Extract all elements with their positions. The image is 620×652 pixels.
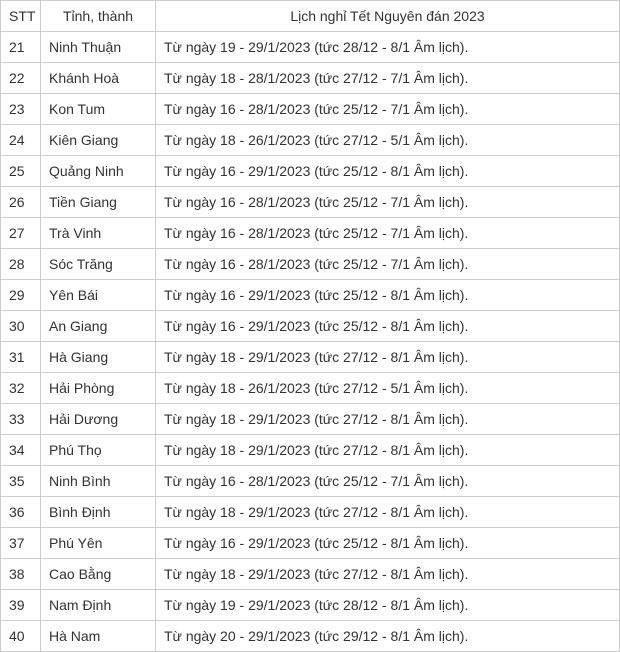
header-stt: STT [1,1,41,32]
cell-schedule: Từ ngày 18 - 29/1/2023 (tức 27/12 - 8/1 … [156,342,620,373]
table-row: 37Phú YênTừ ngày 16 - 29/1/2023 (tức 25/… [1,528,620,559]
cell-province: Nam Định [41,590,156,621]
cell-stt: 39 [1,590,41,621]
cell-stt: 29 [1,280,41,311]
table-row: 36Bình ĐịnhTừ ngày 18 - 29/1/2023 (tức 2… [1,497,620,528]
cell-stt: 34 [1,435,41,466]
cell-province: Hải Dương [41,404,156,435]
cell-province: Hà Nam [41,621,156,652]
table-row: 29Yên BáiTừ ngày 16 - 29/1/2023 (tức 25/… [1,280,620,311]
cell-province: Yên Bái [41,280,156,311]
cell-province: An Giang [41,311,156,342]
cell-province: Trà Vinh [41,218,156,249]
cell-stt: 35 [1,466,41,497]
cell-schedule: Từ ngày 19 - 29/1/2023 (tức 28/12 - 8/1 … [156,590,620,621]
cell-stt: 24 [1,125,41,156]
cell-schedule: Từ ngày 16 - 29/1/2023 (tức 25/12 - 8/1 … [156,156,620,187]
cell-stt: 32 [1,373,41,404]
cell-province: Phú Thọ [41,435,156,466]
table-row: 30An GiangTừ ngày 16 - 29/1/2023 (tức 25… [1,311,620,342]
holiday-schedule-table: STT Tỉnh, thành Lịch nghỉ Tết Nguyên đán… [0,0,620,652]
cell-stt: 21 [1,32,41,63]
cell-province: Ninh Thuận [41,32,156,63]
table-row: 35Ninh BìnhTừ ngày 16 - 28/1/2023 (tức 2… [1,466,620,497]
cell-province: Hải Phòng [41,373,156,404]
cell-stt: 33 [1,404,41,435]
header-schedule: Lịch nghỉ Tết Nguyên đán 2023 [156,1,620,32]
cell-province: Hà Giang [41,342,156,373]
cell-province: Sóc Trăng [41,249,156,280]
cell-stt: 28 [1,249,41,280]
cell-stt: 38 [1,559,41,590]
cell-province: Bình Định [41,497,156,528]
table-row: 25Quảng NinhTừ ngày 16 - 29/1/2023 (tức … [1,156,620,187]
cell-schedule: Từ ngày 16 - 29/1/2023 (tức 25/12 - 8/1 … [156,280,620,311]
cell-stt: 40 [1,621,41,652]
table-row: 23Kon TumTừ ngày 16 - 28/1/2023 (tức 25/… [1,94,620,125]
cell-province: Kon Tum [41,94,156,125]
cell-schedule: Từ ngày 16 - 29/1/2023 (tức 25/12 - 8/1 … [156,311,620,342]
cell-schedule: Từ ngày 16 - 28/1/2023 (tức 25/12 - 7/1 … [156,187,620,218]
cell-schedule: Từ ngày 16 - 28/1/2023 (tức 25/12 - 7/1 … [156,466,620,497]
table-row: 22Khánh HoàTừ ngày 18 - 28/1/2023 (tức 2… [1,63,620,94]
cell-province: Phú Yên [41,528,156,559]
cell-province: Tiền Giang [41,187,156,218]
cell-stt: 30 [1,311,41,342]
cell-province: Ninh Bình [41,466,156,497]
cell-schedule: Từ ngày 18 - 26/1/2023 (tức 27/12 - 5/1 … [156,373,620,404]
cell-schedule: Từ ngày 16 - 28/1/2023 (tức 25/12 - 7/1 … [156,218,620,249]
cell-stt: 31 [1,342,41,373]
cell-schedule: Từ ngày 18 - 29/1/2023 (tức 27/12 - 8/1 … [156,435,620,466]
cell-schedule: Từ ngày 19 - 29/1/2023 (tức 28/12 - 8/1 … [156,32,620,63]
cell-stt: 26 [1,187,41,218]
table-header-row: STT Tỉnh, thành Lịch nghỉ Tết Nguyên đán… [1,1,620,32]
cell-schedule: Từ ngày 16 - 29/1/2023 (tức 25/12 - 8/1 … [156,528,620,559]
cell-schedule: Từ ngày 16 - 28/1/2023 (tức 25/12 - 7/1 … [156,249,620,280]
cell-province: Kiên Giang [41,125,156,156]
cell-schedule: Từ ngày 18 - 29/1/2023 (tức 27/12 - 8/1 … [156,404,620,435]
table-row: 21Ninh ThuậnTừ ngày 19 - 29/1/2023 (tức … [1,32,620,63]
table-row: 32Hải PhòngTừ ngày 18 - 26/1/2023 (tức 2… [1,373,620,404]
cell-schedule: Từ ngày 18 - 28/1/2023 (tức 27/12 - 7/1 … [156,63,620,94]
header-province: Tỉnh, thành [41,1,156,32]
cell-schedule: Từ ngày 18 - 29/1/2023 (tức 27/12 - 8/1 … [156,497,620,528]
cell-schedule: Từ ngày 20 - 29/1/2023 (tức 29/12 - 8/1 … [156,621,620,652]
table-row: 33Hải DươngTừ ngày 18 - 29/1/2023 (tức 2… [1,404,620,435]
cell-stt: 27 [1,218,41,249]
table-row: 24Kiên GiangTừ ngày 18 - 26/1/2023 (tức … [1,125,620,156]
cell-stt: 23 [1,94,41,125]
cell-schedule: Từ ngày 18 - 29/1/2023 (tức 27/12 - 8/1 … [156,559,620,590]
table-row: 31Hà GiangTừ ngày 18 - 29/1/2023 (tức 27… [1,342,620,373]
cell-schedule: Từ ngày 18 - 26/1/2023 (tức 27/12 - 5/1 … [156,125,620,156]
cell-stt: 25 [1,156,41,187]
table-row: 34Phú ThọTừ ngày 18 - 29/1/2023 (tức 27/… [1,435,620,466]
table-row: 26Tiền GiangTừ ngày 16 - 28/1/2023 (tức … [1,187,620,218]
table-row: 39Nam ĐịnhTừ ngày 19 - 29/1/2023 (tức 28… [1,590,620,621]
cell-stt: 37 [1,528,41,559]
cell-stt: 36 [1,497,41,528]
table-row: 38Cao BằngTừ ngày 18 - 29/1/2023 (tức 27… [1,559,620,590]
table-row: 40Hà NamTừ ngày 20 - 29/1/2023 (tức 29/1… [1,621,620,652]
cell-province: Quảng Ninh [41,156,156,187]
table-row: 27Trà VinhTừ ngày 16 - 28/1/2023 (tức 25… [1,218,620,249]
table-row: 28Sóc TrăngTừ ngày 16 - 28/1/2023 (tức 2… [1,249,620,280]
cell-province: Khánh Hoà [41,63,156,94]
cell-schedule: Từ ngày 16 - 28/1/2023 (tức 25/12 - 7/1 … [156,94,620,125]
cell-stt: 22 [1,63,41,94]
cell-province: Cao Bằng [41,559,156,590]
